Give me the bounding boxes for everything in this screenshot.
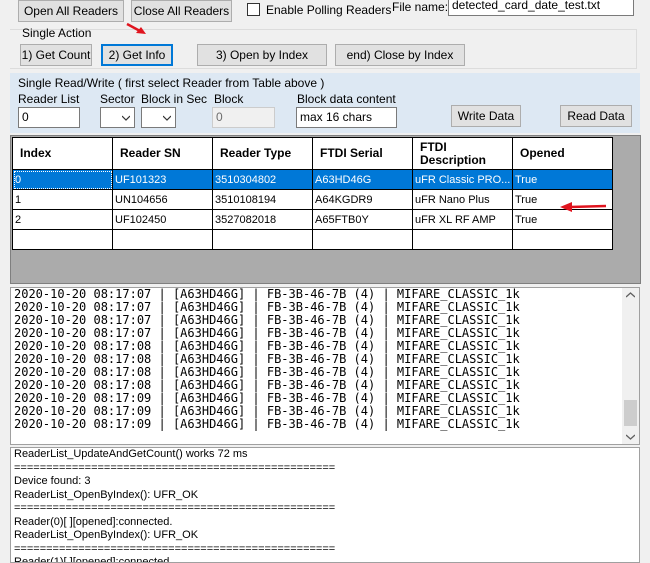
- status-line: Device found: 3: [14, 475, 91, 487]
- table-cell[interactable]: 3510108194: [212, 189, 313, 210]
- file-name-input[interactable]: detected_card_date_test.txt: [448, 0, 634, 16]
- table-row[interactable]: 0 UF101323 3510304802 A63HD46G uFR Class…: [12, 169, 613, 190]
- close-by-index-button[interactable]: end) Close by Index: [335, 44, 465, 66]
- open-by-index-button[interactable]: 3) Open by Index: [197, 44, 327, 66]
- table-row[interactable]: 1 UN104656 3510108194 A64KGDR9 uFR Nano …: [12, 189, 613, 210]
- arrow-annotation-icon: [126, 22, 146, 34]
- arrow-annotation-icon: [560, 202, 607, 212]
- block-data-input[interactable]: max 16 chars: [296, 107, 397, 128]
- single-read-write-title: Single Read/Write ( first select Reader …: [18, 76, 325, 90]
- block-in-sec-select[interactable]: [141, 107, 176, 128]
- table-cell[interactable]: UN104656: [112, 189, 213, 210]
- table-cell[interactable]: [512, 229, 613, 250]
- get-count-button[interactable]: 1) Get Count: [20, 44, 92, 66]
- table-cell[interactable]: [12, 229, 113, 250]
- status-line: ReaderList_OpenByIndex(): UFR_OK: [14, 488, 199, 501]
- status-lines: ReaderList_UpdateAndGetCount() works 72 …: [11, 448, 639, 563]
- sector-label: Sector: [100, 92, 135, 106]
- read-data-button[interactable]: Read Data: [560, 105, 632, 127]
- log-line: 2020-10-20 08:17:09 | [A63HD46G] | FB-3B…: [14, 417, 520, 431]
- sector-select[interactable]: [100, 107, 135, 128]
- log-scrollbar[interactable]: [622, 288, 639, 444]
- column-header[interactable]: Index: [12, 137, 113, 170]
- table-row-new[interactable]: [12, 229, 613, 250]
- table-cell[interactable]: UF101323: [112, 169, 213, 190]
- table-cell[interactable]: 2: [12, 209, 113, 230]
- table-cell[interactable]: 3510304802: [212, 169, 313, 190]
- file-name-label: File name:: [392, 0, 449, 14]
- chevron-down-icon: [163, 115, 171, 121]
- table-row[interactable]: 2 UF102450 3527082018 A65FTB0Y uFR XL RF…: [12, 209, 613, 230]
- block-label: Block: [214, 92, 244, 106]
- table-cell[interactable]: A64KGDR9: [312, 189, 413, 210]
- reader-table-area: Index Reader SN Reader Type FTDI Serial …: [10, 135, 641, 284]
- status-line: ========================================…: [14, 502, 336, 514]
- status-line: Reader(1)[ ][opened]:connected.: [14, 556, 173, 563]
- column-header[interactable]: Reader Type: [212, 137, 313, 170]
- chevron-down-icon[interactable]: [626, 434, 635, 440]
- block-data-content-label: Block data content: [297, 92, 396, 106]
- scrollbar-thumb[interactable]: [624, 400, 637, 426]
- close-all-readers-button[interactable]: Close All Readers: [131, 0, 232, 22]
- table-cell[interactable]: uFR Classic PRO...: [412, 169, 513, 190]
- table-cell[interactable]: UF102450: [112, 209, 213, 230]
- enable-polling-checkbox[interactable]: [247, 3, 260, 16]
- table-cell[interactable]: True: [512, 169, 613, 190]
- table-cell[interactable]: A63HD46G: [312, 169, 413, 190]
- status-log-textbox[interactable]: ReaderList_UpdateAndGetCount() works 72 …: [10, 447, 640, 563]
- card-log-textbox[interactable]: 2020-10-20 08:17:07 | [A63HD46G] | FB-3B…: [10, 287, 640, 445]
- single-action-title: Single Action: [22, 26, 92, 40]
- status-line: ========================================…: [14, 461, 336, 474]
- table-cell[interactable]: 3527082018: [212, 209, 313, 230]
- table-cell[interactable]: 1: [12, 189, 113, 210]
- status-line: Reader(0)[ ][opened]:connected.: [14, 515, 173, 528]
- column-header[interactable]: Opened: [512, 137, 613, 170]
- write-data-button[interactable]: Write Data: [451, 105, 521, 127]
- table-cell[interactable]: [412, 229, 513, 250]
- column-header[interactable]: Reader SN: [112, 137, 213, 170]
- status-line: ReaderList_OpenByIndex(): UFR_OK: [14, 529, 199, 541]
- column-header[interactable]: FTDI Description: [412, 137, 513, 170]
- block-input[interactable]: 0: [212, 107, 275, 128]
- table-cell[interactable]: [212, 229, 313, 250]
- block-in-sec-label: Block in Sec: [141, 92, 208, 106]
- table-cell[interactable]: [312, 229, 413, 250]
- chevron-up-icon[interactable]: [626, 292, 635, 298]
- reader-table[interactable]: Index Reader SN Reader Type FTDI Serial …: [12, 137, 613, 250]
- get-info-button[interactable]: 2) Get Info: [101, 44, 173, 66]
- status-line: ReaderList_UpdateAndGetCount() works 72 …: [14, 448, 248, 460]
- table-header-row: Index Reader SN Reader Type FTDI Serial …: [12, 137, 613, 170]
- chevron-down-icon: [122, 115, 130, 121]
- table-cell[interactable]: [112, 229, 213, 250]
- table-cell[interactable]: uFR XL RF AMP: [412, 209, 513, 230]
- reader-list-label: Reader List: [18, 92, 80, 106]
- table-cell[interactable]: A65FTB0Y: [312, 209, 413, 230]
- enable-polling-label: Enable Polling Readers: [266, 3, 392, 17]
- status-line: ========================================…: [14, 542, 336, 555]
- table-cell[interactable]: 0: [12, 169, 113, 190]
- reader-list-input[interactable]: 0: [18, 107, 80, 128]
- column-header[interactable]: FTDI Serial: [312, 137, 413, 170]
- open-all-readers-button[interactable]: Open All Readers: [18, 0, 124, 22]
- table-cell[interactable]: uFR Nano Plus: [412, 189, 513, 210]
- log-lines: 2020-10-20 08:17:07 | [A63HD46G] | FB-3B…: [11, 288, 639, 431]
